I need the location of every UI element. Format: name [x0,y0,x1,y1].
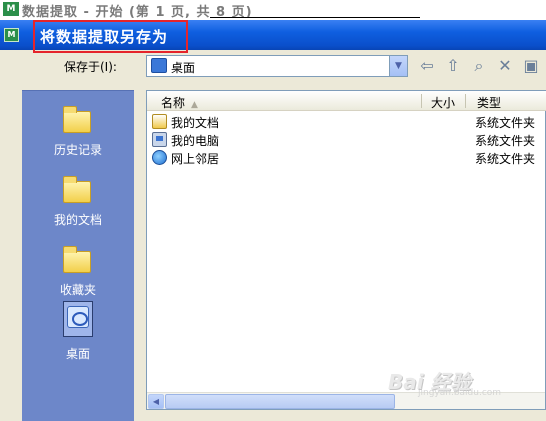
item-name: 我的文档 [171,116,220,130]
file-list[interactable]: 名称 ▲ 大小 类型 我的文档 系统文件夹 我的电脑 系统文件夹 网上邻居 系统文… [146,90,546,410]
column-header-size[interactable]: 大小 [431,94,455,111]
app-icon: M [3,2,19,16]
save-in-value: 桌面 [171,61,196,75]
place-desktop[interactable]: 桌面 [30,301,126,363]
my-computer-icon [152,132,167,147]
place-favorites[interactable]: 收藏夹 [30,243,126,305]
up-folder-icon[interactable]: ⇧ [442,56,464,76]
place-history[interactable]: 历史记录 [30,103,126,165]
save-as-dialog: M 将数据提取另存为 保存于(I): 桌面 ▼ ⇦ ⇧ ⌕ ✕ ▣ 历史记录 我… [0,20,546,421]
dialog-titlebar[interactable]: M 将数据提取另存为 [0,20,546,50]
list-header: 名称 ▲ 大小 类型 [147,91,546,111]
list-item[interactable]: 我的电脑 系统文件夹 [147,131,546,149]
place-my-documents[interactable]: 我的文档 [30,173,126,235]
desktop-icon [151,58,167,73]
chevron-down-icon[interactable]: ▼ [389,56,407,76]
column-separator[interactable] [421,94,422,108]
my-documents-icon [152,114,167,129]
place-label: 历史记录 [53,143,102,157]
column-header-type[interactable]: 类型 [477,94,501,111]
save-in-label: 保存于(I): [64,60,117,74]
dialog-title: 将数据提取另存为 [40,28,169,46]
search-web-icon[interactable]: ⌕ [468,56,490,76]
network-places-icon [152,150,167,165]
list-item[interactable]: 我的文档 系统文件夹 [147,113,546,131]
item-type: 系统文件夹 [475,152,536,166]
item-name: 网上邻居 [171,152,220,166]
column-header-name[interactable]: 名称 ▲ [161,94,198,111]
column-name-label: 名称 [161,96,186,110]
back-icon[interactable]: ⇦ [416,56,438,76]
save-in-dropdown[interactable]: 桌面 ▼ [146,55,408,77]
sort-up-icon: ▲ [191,100,198,110]
my-documents-icon [63,176,91,203]
scroll-left-icon[interactable]: ◀ [148,394,164,409]
delete-icon[interactable]: ✕ [494,56,516,76]
new-folder-icon[interactable]: ▣ [520,56,542,76]
places-bar: 历史记录 我的文档 收藏夹 桌面 [22,90,134,421]
column-separator[interactable] [465,94,466,108]
scroll-thumb[interactable] [165,394,395,409]
desktop-icon [67,306,89,328]
place-label: 我的文档 [53,213,102,227]
item-name: 我的电脑 [171,134,220,148]
favorites-folder-icon [63,246,91,273]
place-label: 收藏夹 [59,283,96,297]
desktop-selection [63,301,93,337]
horizontal-scrollbar[interactable]: ◀ [147,392,545,409]
divider [210,17,420,18]
dialog-app-icon: M [4,28,19,42]
history-folder-icon [63,106,91,133]
list-item[interactable]: 网上邻居 系统文件夹 [147,149,546,167]
item-type: 系统文件夹 [475,116,536,130]
place-label: 桌面 [65,347,90,361]
item-type: 系统文件夹 [475,134,536,148]
background-window-titlebar: M 数据提取 - 开始 (第 1 页, 共 8 页) [0,0,546,20]
